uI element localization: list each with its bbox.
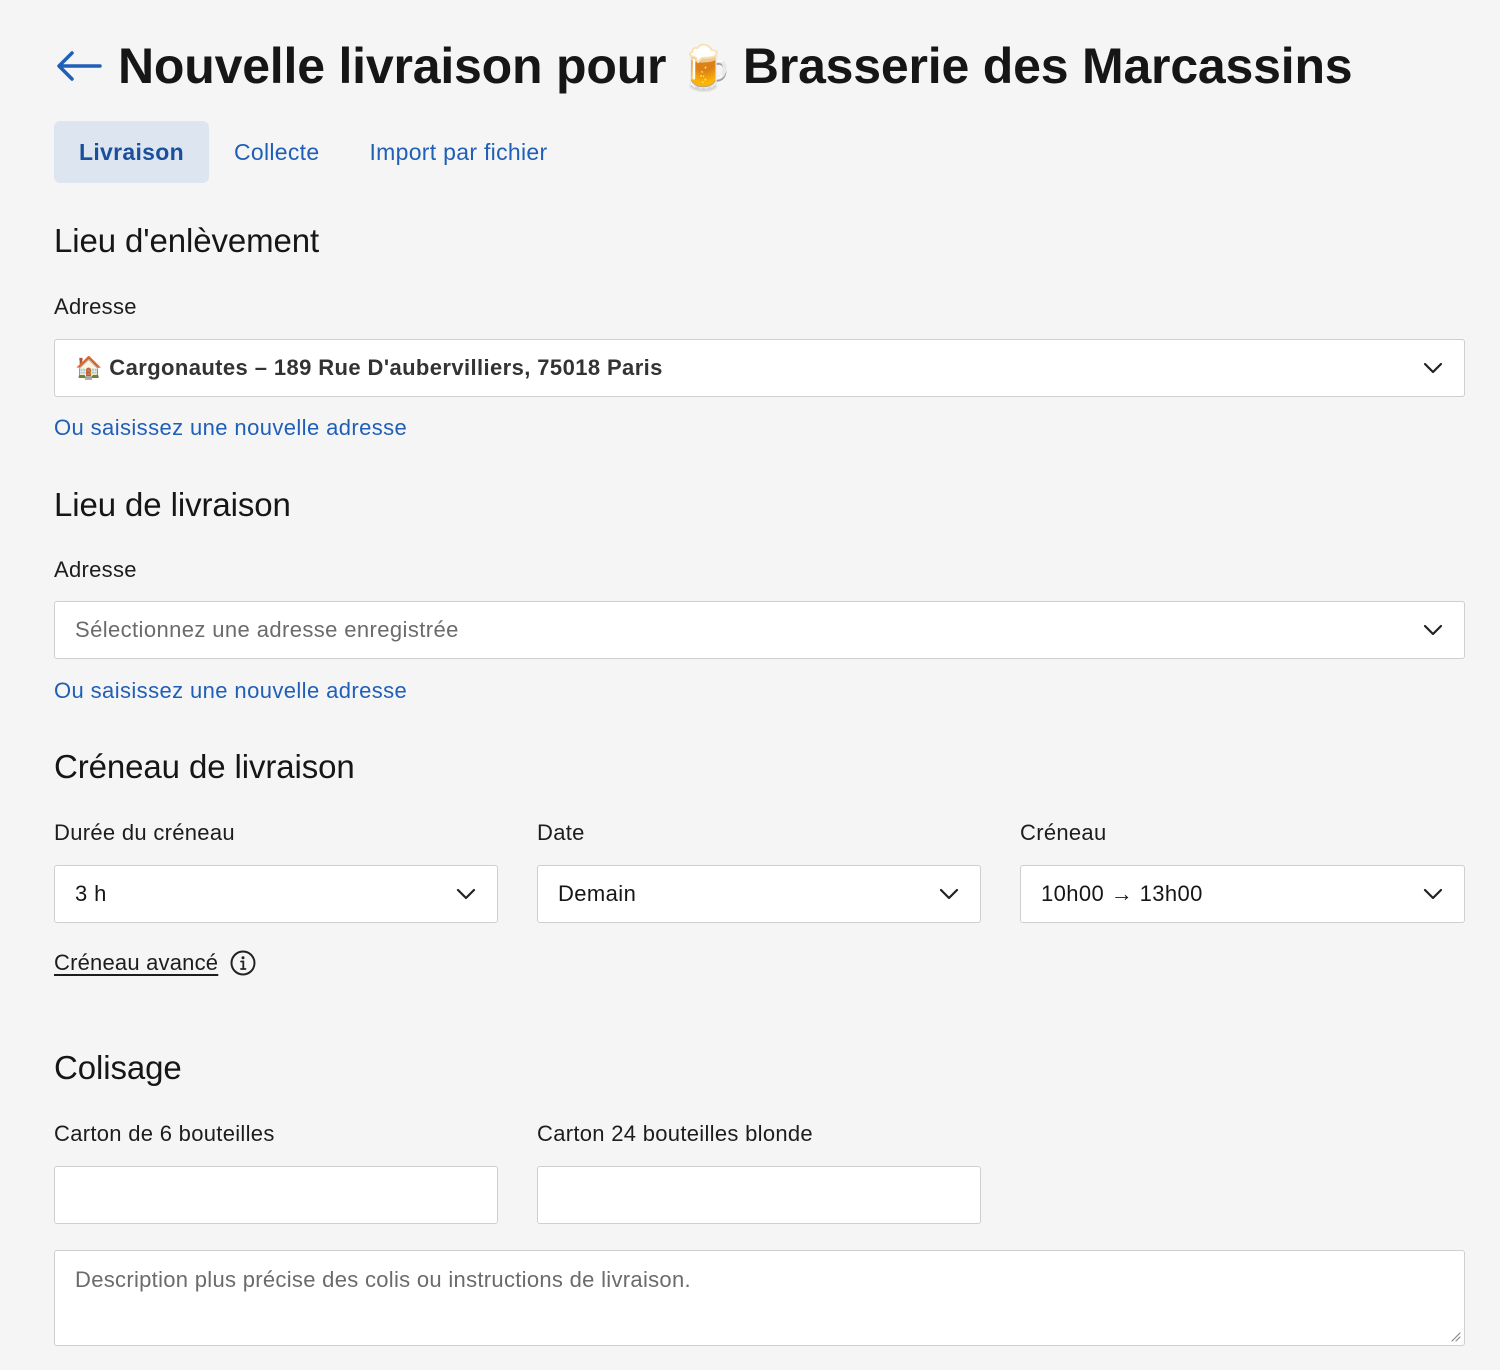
- packaging-item2-input[interactable]: [537, 1166, 981, 1224]
- delivery-new-address-link[interactable]: Ou saisissez une nouvelle adresse: [54, 678, 407, 704]
- slot-select[interactable]: 10h00 → 13h00: [1020, 865, 1465, 923]
- delivery-section-title: Lieu de livraison: [54, 486, 291, 523]
- pickup-new-address-link[interactable]: Ou saisissez une nouvelle adresse: [54, 415, 407, 441]
- page-title: Nouvelle livraison pour 🍺 Brasserie des Ma…: [118, 37, 1353, 95]
- page-title-client: Brasserie des Marcassins: [742, 38, 1353, 94]
- packaging-section-title: Colisage: [54, 1049, 182, 1086]
- slot-value: 10h00 → 13h00: [1041, 881, 1203, 906]
- duration-label: Durée du créneau: [54, 820, 235, 845]
- resize-handle-icon[interactable]: [1449, 1330, 1461, 1342]
- pickup-address-value: 🏠 Cargonautes – 189 Rue D'aubervilliers,…: [75, 355, 663, 380]
- page-header: Nouvelle livraison pour 🍺 Brasserie des Ma…: [54, 34, 1353, 98]
- tab-collecte[interactable]: Collecte: [209, 121, 345, 183]
- delivery-address-select[interactable]: Sélectionnez une adresse enregistrée: [54, 601, 1465, 659]
- tab-livraison[interactable]: Livraison: [54, 121, 209, 183]
- date-value: Demain: [558, 881, 637, 906]
- packaging-item1-label: Carton de 6 bouteilles: [54, 1121, 275, 1146]
- chevron-down-icon: [1422, 357, 1444, 379]
- delivery-address-placeholder: Sélectionnez une adresse enregistrée: [75, 617, 459, 642]
- packaging-item2-label: Carton 24 bouteilles blonde: [537, 1121, 813, 1146]
- info-icon[interactable]: [230, 950, 256, 976]
- advanced-slot: Créneau avancé: [54, 950, 256, 976]
- back-button[interactable]: [54, 48, 102, 84]
- page: Nouvelle livraison pour 🍺 Brasserie des Ma…: [0, 0, 1500, 1370]
- chevron-down-icon: [455, 883, 477, 905]
- chevron-down-icon: [1422, 883, 1444, 905]
- duration-value: 3 h: [75, 881, 107, 906]
- tab-import-par-fichier[interactable]: Import par fichier: [344, 121, 572, 183]
- pickup-address-label: Adresse: [54, 294, 137, 319]
- packaging-item1-input[interactable]: [54, 1166, 498, 1224]
- beer-emoji: 🍺: [678, 43, 733, 94]
- duration-select[interactable]: 3 h: [54, 865, 498, 923]
- date-select[interactable]: Demain: [537, 865, 981, 923]
- tab-bar: Livraison Collecte Import par fichier: [54, 121, 572, 183]
- description-placeholder: Description plus précise des colis ou in…: [75, 1267, 691, 1292]
- slot-section-title: Créneau de livraison: [54, 748, 355, 785]
- date-label: Date: [537, 820, 585, 845]
- advanced-slot-link[interactable]: Créneau avancé: [54, 950, 218, 976]
- slot-label: Créneau: [1020, 820, 1107, 845]
- delivery-address-label: Adresse: [54, 557, 137, 582]
- chevron-down-icon: [1422, 619, 1444, 641]
- arrow-left-icon: [57, 51, 102, 81]
- chevron-down-icon: [938, 883, 960, 905]
- packaging-description-textarea[interactable]: Description plus précise des colis ou in…: [54, 1250, 1465, 1346]
- pickup-address-select[interactable]: 🏠 Cargonautes – 189 Rue D'aubervilliers,…: [54, 339, 1465, 397]
- pickup-section-title: Lieu d'enlèvement: [54, 222, 320, 259]
- page-title-prefix: Nouvelle livraison pour: [118, 38, 667, 94]
